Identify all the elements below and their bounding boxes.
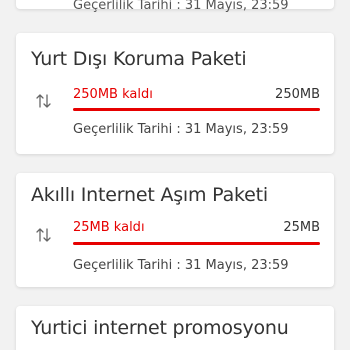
- total-amount: 25MB: [283, 220, 320, 235]
- remaining-amount: 250MB kaldı: [73, 87, 153, 102]
- data-transfer-icon: [36, 228, 51, 242]
- package-card-partial[interactable]: Geçerlilik Tarihi : 31 Mayıs, 23:59: [16, 0, 334, 13]
- package-card-akilli-internet-asim[interactable]: Akıllı Internet Aşım Paketi 25MB kaldı 2…: [16, 173, 334, 287]
- validity-text: Geçerlilik Tarihi : 31 Mayıs, 23:59: [73, 0, 289, 13]
- package-card-yurtici-promosyon[interactable]: Yurtici internet promosyonu: [16, 306, 334, 350]
- package-title: Yurt Dışı Koruma Paketi: [31, 48, 247, 70]
- data-transfer-icon: [36, 94, 51, 108]
- usage-progress-fill: [73, 108, 320, 111]
- remaining-amount: 25MB kaldı: [73, 220, 145, 235]
- usage-progress-bar: [73, 108, 320, 111]
- validity-text: Geçerlilik Tarihi : 31 Mayıs, 23:59: [73, 122, 289, 137]
- validity-text: Geçerlilik Tarihi : 31 Mayıs, 23:59: [73, 258, 289, 273]
- package-list[interactable]: Geçerlilik Tarihi : 31 Mayıs, 23:59 Yurt…: [0, 0, 350, 350]
- package-title: Yurtici internet promosyonu: [31, 317, 289, 339]
- usage-progress-fill: [73, 242, 320, 245]
- package-card-yurt-disi-koruma[interactable]: Yurt Dışı Koruma Paketi 250MB kaldı 250M…: [16, 33, 334, 154]
- package-title: Akıllı Internet Aşım Paketi: [31, 184, 268, 206]
- usage-progress-bar: [73, 242, 320, 245]
- total-amount: 250MB: [275, 87, 320, 102]
